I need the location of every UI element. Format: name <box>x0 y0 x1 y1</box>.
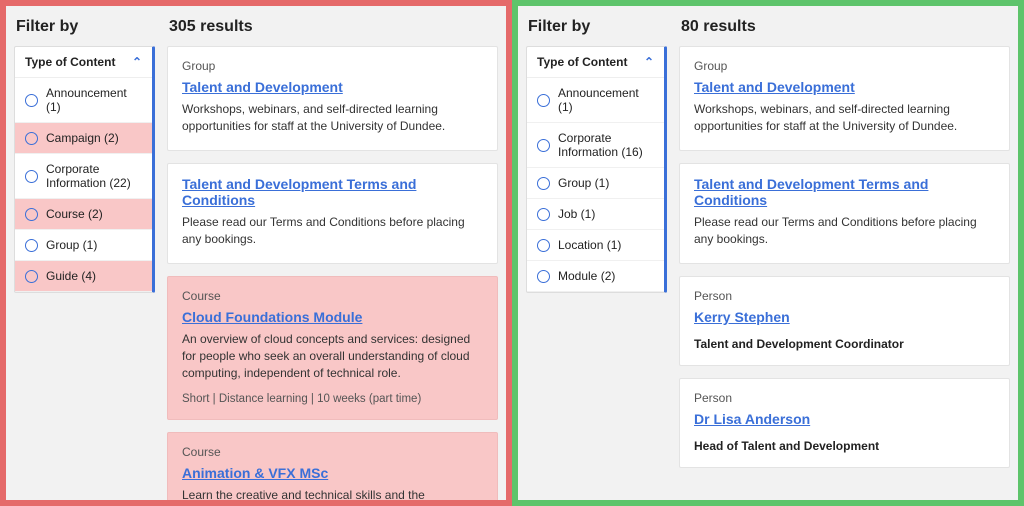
radio-icon <box>25 132 38 145</box>
facet-toggle[interactable]: Type of Content ⌃ <box>15 47 152 78</box>
result-subtitle: Talent and Development Coordinator <box>694 337 995 351</box>
result-kicker: Course <box>182 445 483 459</box>
result-card: Group Talent and Development Workshops, we… <box>167 46 498 151</box>
facet-option[interactable]: Guide (4) <box>15 261 152 292</box>
result-card: Group Talent and Development Workshops, we… <box>679 46 1010 151</box>
result-description: Please read our Terms and Conditions bef… <box>182 214 483 249</box>
result-subtitle: Head of Talent and Development <box>694 439 995 453</box>
result-kicker: Person <box>694 391 995 405</box>
facet-option[interactable]: Corporate Information (16) <box>527 123 664 168</box>
result-kicker: Group <box>694 59 995 73</box>
search-page-right: Filter by Type of Content ⌃ Announcement… <box>518 6 1018 500</box>
facet-option[interactable]: Announcement (1) <box>527 78 664 123</box>
result-description: An overview of cloud concepts and servic… <box>182 331 483 383</box>
result-title-link[interactable]: Kerry Stephen <box>694 309 790 325</box>
filter-heading: Filter by <box>16 18 155 36</box>
radio-icon <box>537 139 550 152</box>
result-title-link[interactable]: Talent and Development <box>182 79 343 95</box>
results-heading: 305 results <box>169 18 498 36</box>
facet-option[interactable]: Group (1) <box>527 168 664 199</box>
filter-sidebar: Filter by Type of Content ⌃ Announcement… <box>518 6 673 500</box>
result-title-link[interactable]: Dr Lisa Anderson <box>694 411 810 427</box>
results-column: 305 results Group Talent and Development W… <box>161 6 506 500</box>
result-description: Workshops, webinars, and self-directed l… <box>694 101 995 136</box>
result-title-link[interactable]: Animation & VFX MSc <box>182 465 328 481</box>
result-card: Course Animation & VFX MSc Learn the creat… <box>167 432 498 500</box>
facet-option[interactable]: Module (2) <box>527 261 664 292</box>
facet-option-label: Course (2) <box>46 207 103 221</box>
facet-option[interactable]: Course (2) <box>15 199 152 230</box>
facet-option-label: Group (1) <box>46 238 97 252</box>
radio-icon <box>537 177 550 190</box>
facet-option[interactable]: Corporate Information (22) <box>15 154 152 199</box>
facet-option-label: Announcement (1) <box>558 86 654 114</box>
facet-option-label: Group (1) <box>558 176 609 190</box>
result-card: Person Kerry Stephen Talent and Developmen… <box>679 276 1010 366</box>
facet-option-label: Guide (4) <box>46 269 96 283</box>
chevron-up-icon: ⌃ <box>132 55 142 69</box>
facet-option-label: Module (2) <box>558 269 615 283</box>
facet-toggle[interactable]: Type of Content ⌃ <box>527 47 664 78</box>
result-title-link[interactable]: Talent and Development Terms and Conditi… <box>182 176 483 208</box>
radio-icon <box>25 94 38 107</box>
facet-option-label: Corporate Information (22) <box>46 162 142 190</box>
result-card: Talent and Development Terms and Conditi… <box>679 163 1010 264</box>
result-description: Please read our Terms and Conditions bef… <box>694 214 995 249</box>
facet-option[interactable]: Location (1) <box>527 230 664 261</box>
radio-icon <box>537 208 550 221</box>
radio-icon <box>537 270 550 283</box>
result-card: Talent and Development Terms and Conditi… <box>167 163 498 264</box>
comparison-left-panel: Filter by Type of Content ⌃ Announcement… <box>0 0 512 506</box>
result-description: Learn the creative and technical skills … <box>182 487 483 500</box>
result-description: Workshops, webinars, and self-directed l… <box>182 101 483 136</box>
facet-option-label: Job (1) <box>558 207 595 221</box>
comparison-right-panel: Filter by Type of Content ⌃ Announcement… <box>512 0 1024 506</box>
results-heading: 80 results <box>681 18 1010 36</box>
facet-label: Type of Content <box>25 55 115 69</box>
facet-option-label: Corporate Information (16) <box>558 131 654 159</box>
facet-option[interactable]: Job (1) <box>527 199 664 230</box>
facet-option[interactable]: Campaign (2) <box>15 123 152 154</box>
radio-icon <box>25 170 38 183</box>
results-column: 80 results Group Talent and Development Wo… <box>673 6 1018 500</box>
radio-icon <box>25 239 38 252</box>
facet-option[interactable]: Group (1) <box>15 230 152 261</box>
facet-option[interactable]: Announcement (1) <box>15 78 152 123</box>
radio-icon <box>25 208 38 221</box>
radio-icon <box>25 270 38 283</box>
result-title-link[interactable]: Cloud Foundations Module <box>182 309 362 325</box>
facet-group: Type of Content ⌃ Announcement (1) Corpor… <box>526 46 667 293</box>
radio-icon <box>537 239 550 252</box>
result-title-link[interactable]: Talent and Development Terms and Conditi… <box>694 176 995 208</box>
facet-option-label: Location (1) <box>558 238 621 252</box>
facet-label: Type of Content <box>537 55 627 69</box>
radio-icon <box>537 94 550 107</box>
result-kicker: Course <box>182 289 483 303</box>
result-kicker: Group <box>182 59 483 73</box>
result-card: Course Cloud Foundations Module An overvie… <box>167 276 498 420</box>
result-card: Person Dr Lisa Anderson Head of Talent and… <box>679 378 1010 468</box>
facet-group: Type of Content ⌃ Announcement (1) Campai… <box>14 46 155 293</box>
filter-heading: Filter by <box>528 18 667 36</box>
result-kicker: Person <box>694 289 995 303</box>
result-title-link[interactable]: Talent and Development <box>694 79 855 95</box>
facet-option-label: Campaign (2) <box>46 131 119 145</box>
filter-sidebar: Filter by Type of Content ⌃ Announcement… <box>6 6 161 500</box>
chevron-up-icon: ⌃ <box>644 55 654 69</box>
result-meta: Short | Distance learning | 10 weeks (pa… <box>182 393 483 405</box>
facet-option-label: Announcement (1) <box>46 86 142 114</box>
search-page-left: Filter by Type of Content ⌃ Announcement… <box>6 6 506 500</box>
